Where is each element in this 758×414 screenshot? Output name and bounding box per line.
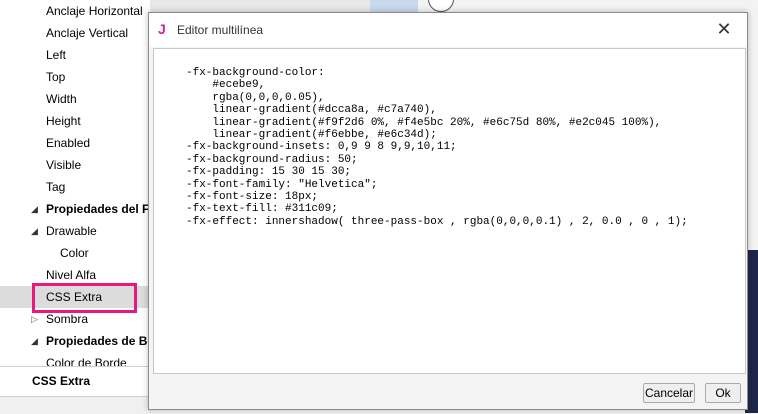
- property-row-color[interactable]: Color: [0, 242, 150, 264]
- property-category-fondo[interactable]: ◢ Propiedades del Fo: [0, 198, 150, 220]
- property-row-anclaje-vertical[interactable]: Anclaje Vertical: [0, 22, 150, 44]
- dialog-titlebar[interactable]: J Editor multilínea ✕: [149, 13, 747, 47]
- property-row-visible[interactable]: Visible: [0, 154, 150, 176]
- expand-arrow-icon[interactable]: ◢: [31, 220, 38, 242]
- app-icon: J: [158, 21, 166, 37]
- dialog-title: Editor multilínea: [177, 23, 264, 37]
- property-row-top[interactable]: Top: [0, 66, 150, 88]
- property-row-drawable[interactable]: ◢ Drawable: [0, 220, 150, 242]
- property-row-tag[interactable]: Tag: [0, 176, 150, 198]
- property-category-borde[interactable]: ◢ Propiedades de Bo: [0, 330, 150, 352]
- close-icon[interactable]: ✕: [701, 13, 747, 45]
- property-panel: Anclaje Horizontal Anclaje Vertical Left…: [0, 0, 151, 414]
- status-bar: [0, 396, 150, 414]
- property-row-width[interactable]: Width: [0, 88, 150, 110]
- property-description-title: CSS Extra: [32, 374, 91, 388]
- css-text-editor[interactable]: -fx-background-color: #ecebe9, rgba(0,0,…: [153, 48, 746, 374]
- property-row-anclaje-horizontal[interactable]: Anclaje Horizontal: [0, 0, 150, 22]
- dialog-body: -fx-background-color: #ecebe9, rgba(0,0,…: [149, 47, 747, 409]
- cancel-button[interactable]: Cancelar: [643, 383, 695, 403]
- annotation-highlight-box: [32, 283, 137, 313]
- ok-button[interactable]: Ok: [705, 383, 741, 403]
- multiline-editor-dialog: J Editor multilínea ✕ -fx-background-col…: [148, 12, 748, 410]
- expand-arrow-icon[interactable]: ◢: [31, 330, 38, 352]
- property-description: CSS Extra: [0, 366, 150, 397]
- property-row-color-de-borde[interactable]: Color de Borde: [0, 352, 150, 366]
- circle-button[interactable]: [428, 0, 454, 12]
- property-row-enabled[interactable]: Enabled: [0, 132, 150, 154]
- property-row-height[interactable]: Height: [0, 110, 150, 132]
- expand-arrow-icon[interactable]: ◢: [31, 198, 38, 220]
- property-row-left[interactable]: Left: [0, 44, 150, 66]
